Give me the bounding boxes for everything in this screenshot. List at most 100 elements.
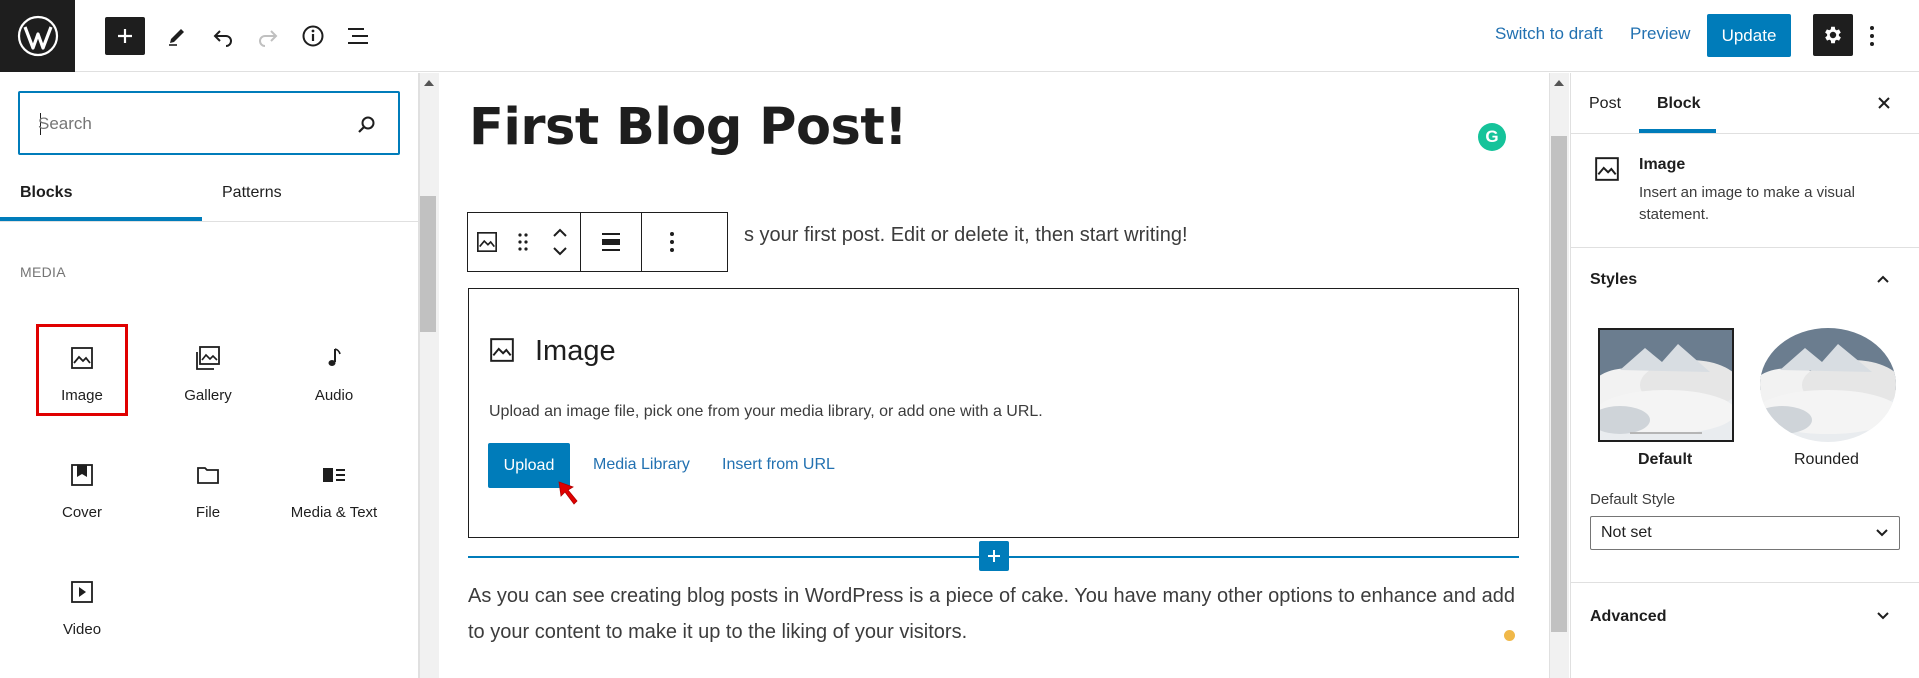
image-icon [69, 345, 95, 371]
undo-icon [213, 30, 232, 47]
placeholder-title: Image [535, 335, 616, 367]
default-style-select[interactable]: Not set [1590, 516, 1900, 550]
advanced-panel-toggle[interactable] [1871, 604, 1895, 628]
align-button[interactable] [581, 213, 641, 271]
default-style-value: Not set [1601, 524, 1652, 541]
panel-divider [1571, 582, 1919, 583]
update-button[interactable]: Update [1707, 14, 1791, 57]
block-item-gallery[interactable]: Gallery [162, 327, 254, 419]
search-icon [358, 116, 375, 133]
block-item-file[interactable]: File [162, 444, 254, 536]
details-button[interactable] [293, 17, 333, 55]
image-icon [477, 232, 497, 252]
list-view-icon [348, 28, 368, 44]
settings-button[interactable] [1813, 14, 1853, 56]
style-option-default[interactable] [1598, 328, 1734, 442]
cover-icon [69, 462, 95, 488]
move-up-down-button[interactable] [540, 213, 580, 271]
insert-from-url-button[interactable]: Insert from URL [722, 456, 835, 474]
search-box[interactable] [18, 91, 400, 155]
drag-handle-button[interactable] [506, 213, 540, 271]
gallery-icon [195, 345, 221, 371]
styles-panel-toggle[interactable] [1871, 267, 1895, 291]
block-item-audio[interactable]: Audio [288, 327, 380, 419]
audio-icon [321, 345, 347, 371]
search-input[interactable] [38, 111, 338, 137]
styles-panel-title[interactable]: Styles [1590, 271, 1637, 289]
inserter-scrollbar[interactable] [419, 73, 439, 678]
chevron-down-icon [1876, 529, 1888, 537]
tools-button[interactable] [157, 17, 197, 55]
toolbar-group-align [581, 213, 642, 271]
editor-header: Switch to draft Preview Update [0, 0, 1919, 72]
image-block-placeholder: Image Upload an image file, pick one fro… [468, 288, 1519, 538]
advanced-panel-title[interactable]: Advanced [1590, 608, 1666, 626]
options-button[interactable] [1862, 18, 1882, 54]
default-style-label: Default Style [1590, 491, 1676, 508]
block-type-button[interactable] [468, 213, 506, 271]
block-item-label: Image [61, 387, 103, 404]
drag-handle-icon [518, 233, 528, 251]
block-item-label: Audio [314, 387, 354, 404]
chevron-down-icon [1877, 612, 1889, 620]
block-item-video[interactable]: Video [36, 561, 128, 653]
block-item-media-text[interactable]: Media & Text [288, 444, 380, 536]
block-item-label: Video [62, 621, 102, 638]
tab-patterns[interactable]: Patterns [222, 184, 282, 202]
block-item-image[interactable]: Image [36, 324, 128, 416]
pencil-icon [169, 29, 184, 46]
close-sidebar-button[interactable] [1873, 92, 1895, 114]
image-icon [490, 338, 514, 362]
paragraph-block[interactable]: As you can see creating blog posts in Wo… [468, 578, 1528, 650]
move-up-down-icon [553, 228, 567, 256]
cursor-arrow-icon [558, 481, 578, 505]
tab-post[interactable]: Post [1589, 95, 1621, 113]
inserter-scrollbar-thumb[interactable] [420, 196, 436, 332]
category-label: MEDIA [20, 264, 66, 280]
video-icon [69, 579, 95, 605]
canvas-scrollbar-thumb[interactable] [1551, 136, 1567, 632]
preview-button[interactable]: Preview [1630, 24, 1690, 44]
close-icon [1878, 97, 1890, 109]
tab-block[interactable]: Block [1657, 95, 1701, 113]
inline-add-block-button[interactable] [979, 541, 1009, 571]
redo-button[interactable] [248, 17, 288, 55]
toolbar-group-block [468, 213, 581, 271]
undo-button[interactable] [203, 17, 243, 55]
scroll-up-arrow-icon[interactable] [424, 80, 434, 86]
block-item-label: Cover [61, 504, 102, 521]
style-option-rounded[interactable] [1760, 328, 1896, 442]
block-item-label: File [195, 504, 221, 521]
block-item-label: Media & Text [290, 504, 378, 521]
plus-icon [988, 550, 1000, 562]
block-card-title: Image [1639, 156, 1686, 173]
plus-icon [118, 29, 132, 43]
grammarly-icon[interactable]: G [1478, 123, 1506, 151]
block-card-description: Insert an image to make a visual stateme… [1639, 184, 1855, 223]
panel-divider [1571, 247, 1919, 248]
block-inserter-panel: Blocks Patterns MEDIA Image Gallery Audi… [0, 73, 419, 678]
redo-icon [259, 30, 278, 47]
media-text-icon [321, 462, 347, 488]
wordpress-logo-icon[interactable] [0, 0, 75, 72]
notice-dot-icon [1504, 630, 1515, 641]
media-library-button[interactable]: Media Library [593, 456, 690, 474]
placeholder-instructions: Upload an image file, pick one from your… [489, 403, 1043, 420]
style-preview-image [1600, 330, 1732, 440]
post-title[interactable]: First Blog Post! [469, 98, 908, 157]
add-block-button[interactable] [105, 17, 145, 55]
block-item-cover[interactable]: Cover [36, 444, 128, 536]
tab-blocks[interactable]: Blocks [20, 184, 72, 202]
style-preview-image [1760, 328, 1896, 442]
block-options-button[interactable] [642, 213, 702, 271]
paragraph-block[interactable]: s your first post. Edit or delete it, th… [744, 224, 1188, 247]
scroll-up-arrow-icon[interactable] [1554, 80, 1564, 86]
folder-icon [195, 462, 221, 488]
toolbar-group-options [642, 213, 702, 271]
tabs-divider [0, 221, 419, 222]
switch-to-draft-button[interactable]: Switch to draft [1495, 24, 1603, 44]
gear-icon [1825, 26, 1841, 44]
list-view-button[interactable] [338, 17, 378, 55]
info-icon [302, 25, 324, 47]
align-icon [602, 233, 620, 251]
